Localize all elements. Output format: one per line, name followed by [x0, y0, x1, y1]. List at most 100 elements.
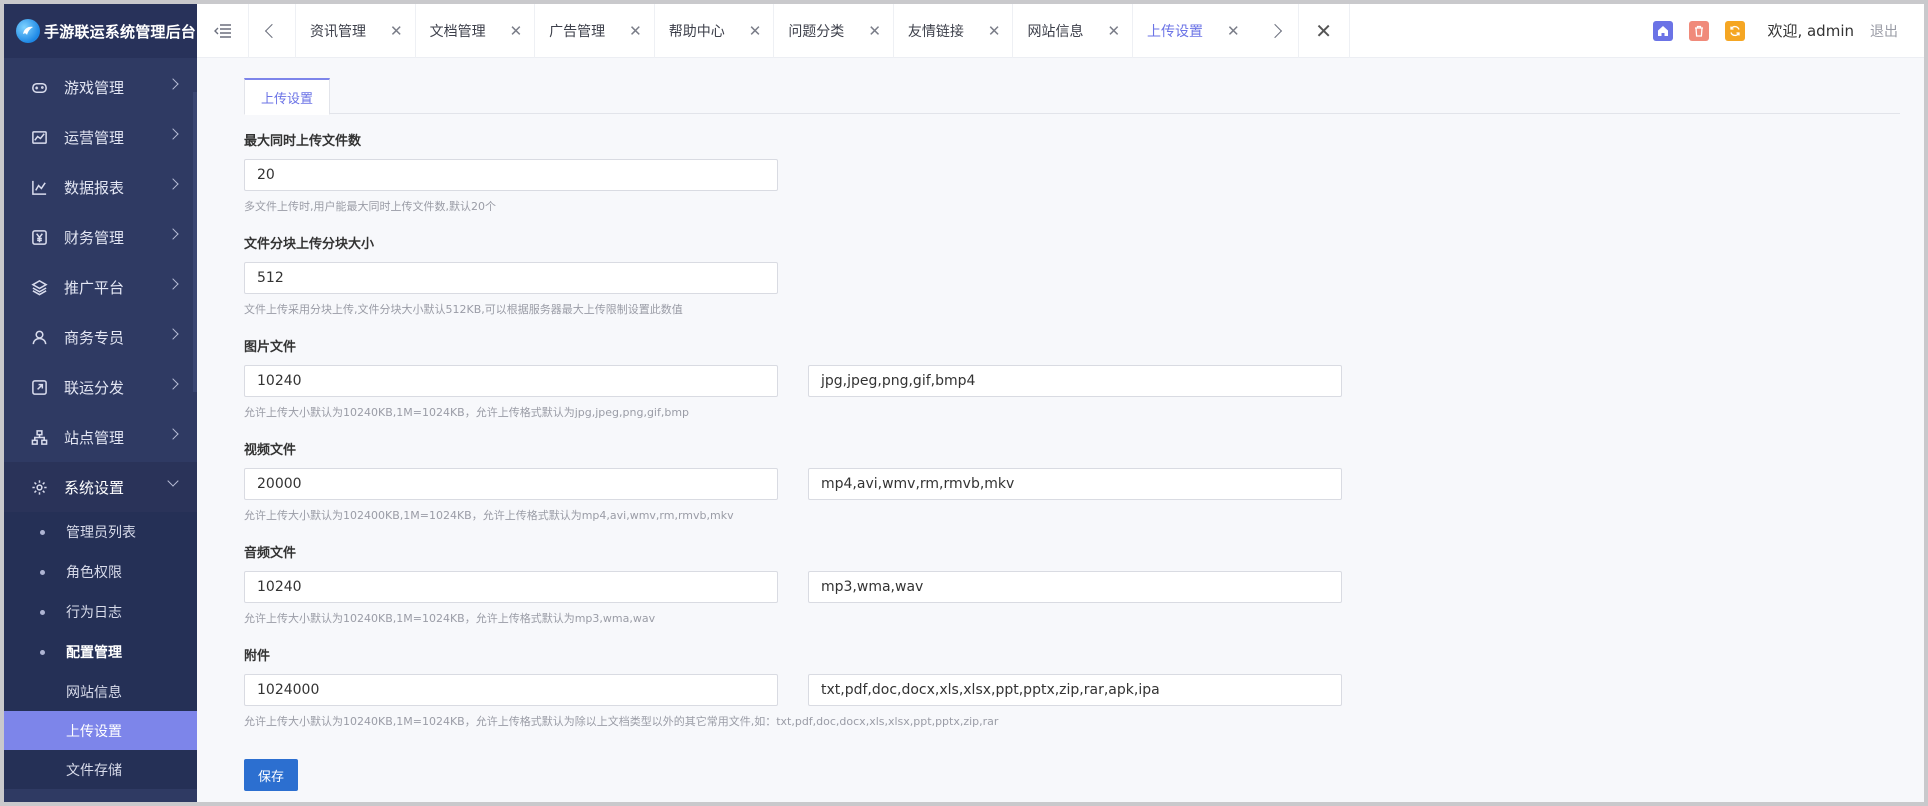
main-content: 上传设置 最大同时上传文件数 20 多文件上传时,用户能最大同时上传文件数,默认…	[197, 59, 1924, 802]
close-icon[interactable]: ✕	[749, 22, 762, 40]
welcome-text: 欢迎, admin	[1767, 22, 1854, 40]
close-icon[interactable]: ✕	[390, 22, 403, 40]
tab-links[interactable]: 友情链接 ✕	[892, 4, 1013, 58]
max-files-input[interactable]: 20	[244, 159, 778, 191]
tab-upload-settings[interactable]: 上传设置 ✕	[1132, 4, 1252, 58]
chunk-size-group: 文件分块上传分块大小 512 文件上传采用分块上传,文件分块大小默认512KB,…	[244, 236, 1342, 318]
image-size-input[interactable]: 10240	[244, 365, 778, 397]
tab-help[interactable]: 帮助中心 ✕	[653, 4, 774, 58]
sidebar-toggle-button[interactable]	[197, 4, 249, 58]
field-hint: 允许上传大小默认为102400KB,1M=1024KB，允许上传格式默认为mp4…	[244, 509, 734, 522]
sidebar-item-label: 运营管理	[64, 128, 125, 147]
sidebar-item-game[interactable]: 游戏管理	[4, 62, 197, 112]
bullet-icon	[40, 570, 45, 575]
sidebar-item-behavior-log[interactable]: 行为日志	[4, 592, 197, 632]
sidebar-item-label: 角色权限	[66, 565, 122, 581]
sidebar-item-label: 配置管理	[66, 645, 122, 661]
logo-icon	[16, 19, 40, 43]
sidebar-item-promotion[interactable]: 推广平台	[4, 262, 197, 312]
tab-docs[interactable]: 文档管理 ✕	[414, 4, 535, 58]
save-button[interactable]: 保存	[244, 759, 298, 791]
sidebar-item-site-info[interactable]: 网站信息	[4, 672, 197, 711]
tab-question-category[interactable]: 问题分类 ✕	[773, 4, 893, 58]
sidebar-item-label: 数据报表	[64, 178, 125, 197]
gamepad-icon	[30, 78, 48, 96]
attachment-formats-input[interactable]: txt,pdf,doc,docx,xls,xlsx,ppt,pptx,zip,r…	[808, 674, 1342, 706]
sidebar-item-label: 商务专员	[64, 328, 125, 347]
video-size-input[interactable]: 20000	[244, 468, 778, 500]
sidebar-item-business[interactable]: 商务专员	[4, 312, 197, 362]
chevron-right-icon	[167, 128, 179, 140]
user-icon	[30, 328, 48, 346]
sidebar-item-config[interactable]: 配置管理	[4, 632, 197, 672]
sidebar-item-sites[interactable]: 站点管理	[4, 412, 197, 462]
layers-icon	[30, 278, 48, 296]
sidebar-item-label: 系统设置	[64, 478, 125, 497]
chevron-right-icon	[167, 278, 179, 290]
chunk-size-input[interactable]: 512	[244, 262, 778, 294]
menu-fold-icon	[213, 23, 231, 38]
tab-upload-settings-page[interactable]: 上传设置	[244, 78, 331, 115]
close-all-tabs-button[interactable]: ✕	[1297, 4, 1350, 58]
chevron-left-icon	[264, 23, 280, 38]
attachment-group: 附件 1024000 txt,pdf,doc,docx,xls,xlsx,ppt…	[244, 648, 1342, 730]
trash-icon[interactable]	[1689, 20, 1710, 41]
sidebar: 手游联运系统管理后台 游戏管理 运营管理 数据报表 财务管理 推广平台 商务专员…	[4, 4, 197, 802]
sidebar-item-upload-settings[interactable]: 上传设置	[4, 711, 197, 750]
attachment-size-input[interactable]: 1024000	[244, 674, 778, 706]
chevron-right-icon	[167, 428, 179, 440]
sidebar-item-label: 联运分发	[64, 378, 125, 397]
tab-site-info[interactable]: 网站信息 ✕	[1012, 4, 1132, 58]
field-label: 视频文件	[244, 443, 297, 458]
sidebar-item-label: 游戏管理	[64, 78, 125, 97]
bullet-icon	[40, 530, 45, 535]
image-file-group: 图片文件 10240 jpg,jpeg,png,gif,bmp4 允许上传大小默…	[244, 339, 1342, 421]
close-icon: ✕	[1315, 18, 1332, 43]
tabs-scroll-right-button[interactable]	[1252, 4, 1298, 58]
close-icon[interactable]: ✕	[868, 22, 881, 40]
sidebar-item-reports[interactable]: 数据报表	[4, 162, 197, 212]
video-formats-input[interactable]: mp4,avi,wmv,rm,rmvb,mkv	[808, 468, 1342, 500]
top-bar: 资讯管理 ✕ 文档管理 ✕ 广告管理 ✕ 帮助中心 ✕ 问题分类 ✕ 友情链接 ✕ 网站信息…	[197, 4, 1924, 58]
chevron-right-icon	[167, 328, 179, 340]
sidebar-item-distribution[interactable]: 联运分发	[4, 362, 197, 412]
logout-link[interactable]: 退出	[1870, 21, 1898, 41]
sidebar-item-label: 站点管理	[64, 428, 125, 447]
sidebar-item-system[interactable]: 系统设置	[4, 462, 197, 512]
close-icon[interactable]: ✕	[629, 22, 642, 40]
close-icon[interactable]: ✕	[510, 22, 523, 40]
logo[interactable]: 手游联运系统管理后台	[4, 4, 197, 58]
field-hint: 多文件上传时,用户能最大同时上传文件数,默认20个	[244, 200, 496, 213]
close-icon[interactable]: ✕	[1107, 22, 1120, 40]
field-label: 附件	[244, 649, 271, 664]
close-icon[interactable]: ✕	[1227, 22, 1240, 40]
field-label: 图片文件	[244, 340, 297, 355]
chevron-right-icon	[167, 178, 179, 190]
audio-formats-input[interactable]: mp3,wma,wav	[808, 571, 1342, 603]
sidebar-item-operations[interactable]: 运营管理	[4, 112, 197, 162]
sidebar-item-roles[interactable]: 角色权限	[4, 552, 197, 592]
refresh-icon[interactable]	[1725, 20, 1746, 41]
video-file-group: 视频文件 20000 mp4,avi,wmv,rm,rmvb,mkv 允许上传大…	[244, 442, 1342, 524]
sidebar-item-label: 财务管理	[64, 228, 125, 247]
home-icon[interactable]	[1653, 20, 1674, 41]
tab-ads[interactable]: 广告管理 ✕	[534, 4, 654, 58]
app-frame: 手游联运系统管理后台 游戏管理 运营管理 数据报表 财务管理 推广平台 商务专员…	[4, 4, 1924, 802]
sidebar-item-admin-list[interactable]: 管理员列表	[4, 512, 197, 552]
tab-news[interactable]: 资讯管理 ✕	[295, 4, 415, 58]
chart-area-icon	[30, 128, 48, 146]
bullet-icon	[40, 650, 45, 655]
chevron-right-icon	[167, 78, 179, 90]
sidebar-item-file-storage[interactable]: 文件存储	[4, 750, 197, 789]
field-hint: 允许上传大小默认为10240KB,1M=1024KB，允许上传格式默认为mp3,…	[244, 612, 656, 625]
max-files-group: 最大同时上传文件数 20 多文件上传时,用户能最大同时上传文件数,默认20个	[244, 133, 1342, 215]
system-submenu: 管理员列表 角色权限 行为日志 配置管理 网站信息 上传设置 文件存储	[4, 512, 197, 789]
chevron-right-icon	[167, 228, 179, 240]
audio-size-input[interactable]: 10240	[244, 571, 778, 603]
field-label: 文件分块上传分块大小	[244, 237, 375, 252]
close-icon[interactable]: ✕	[988, 22, 1001, 40]
sidebar-item-finance[interactable]: 财务管理	[4, 212, 197, 262]
field-label: 最大同时上传文件数	[244, 134, 362, 149]
tabs-scroll-left-button[interactable]	[249, 4, 295, 58]
image-formats-input[interactable]: jpg,jpeg,png,gif,bmp4	[808, 365, 1342, 397]
